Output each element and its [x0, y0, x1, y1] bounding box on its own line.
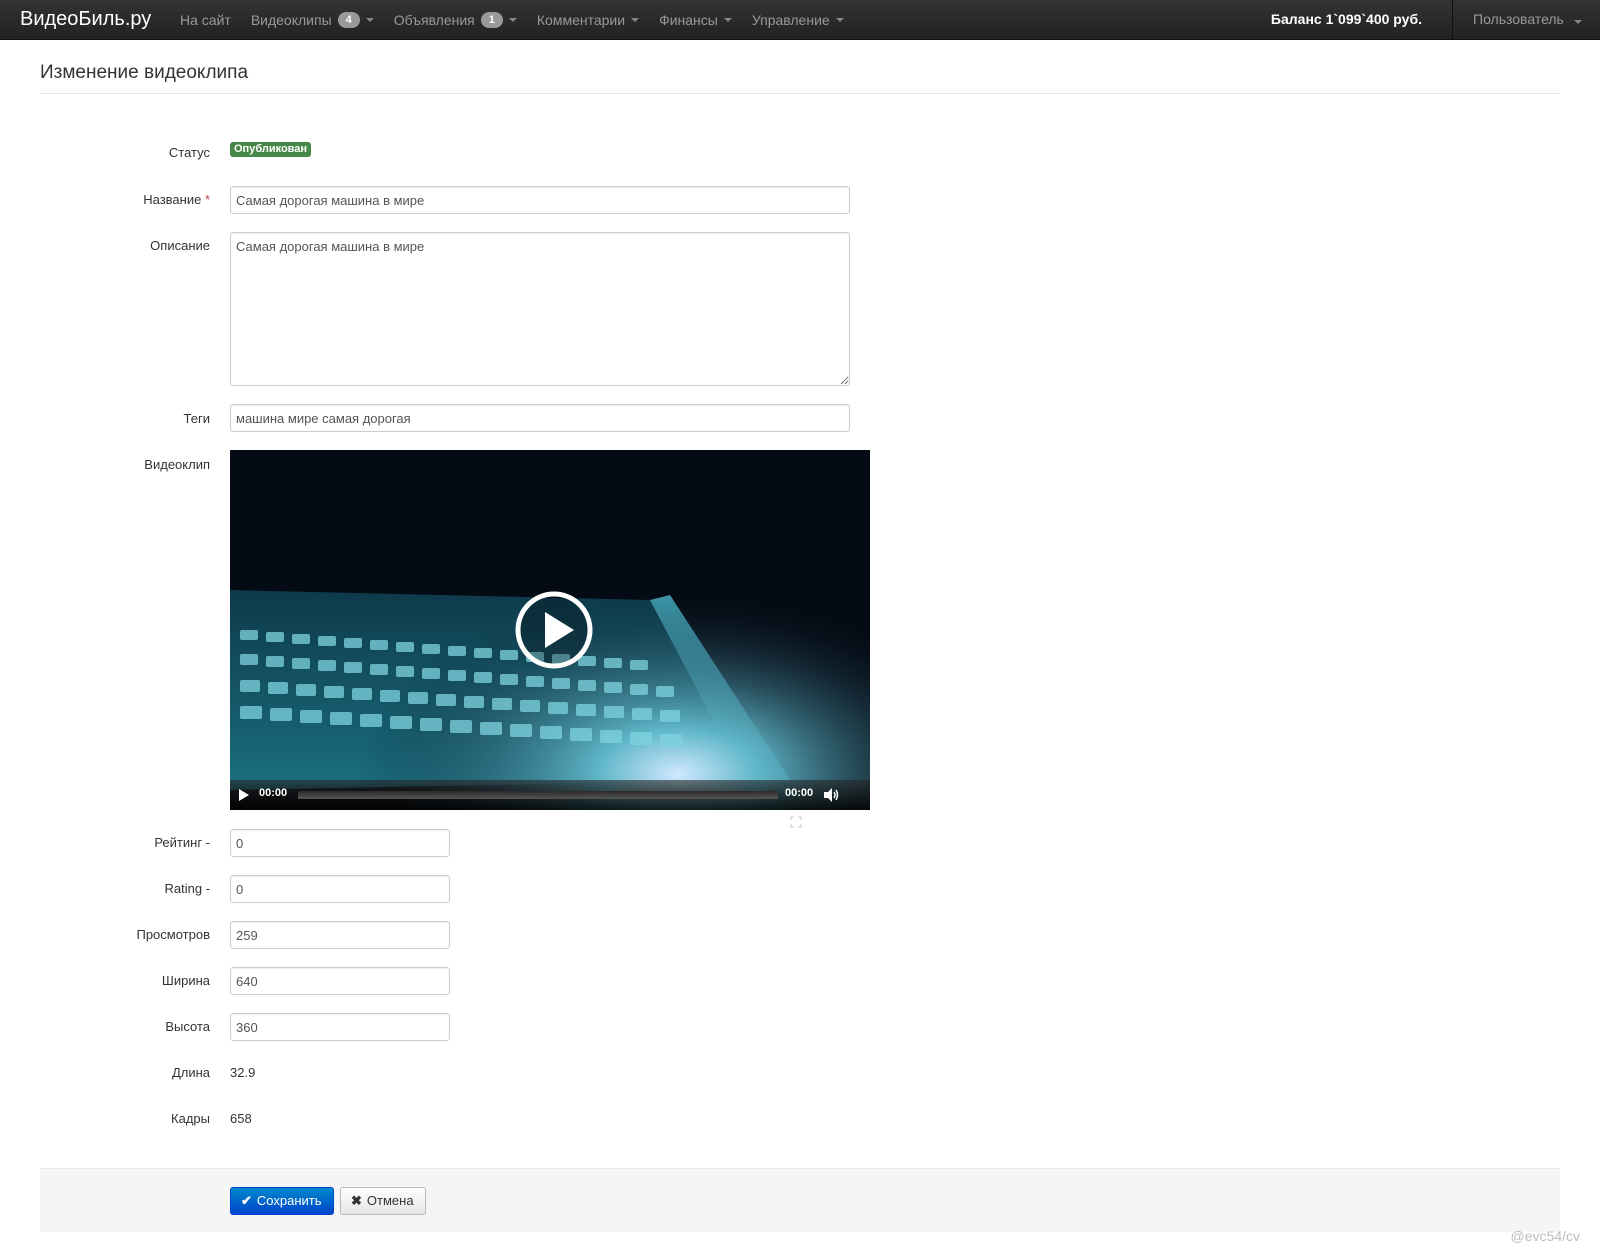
save-button[interactable]: ✔ Сохранить: [230, 1187, 334, 1215]
brand-logo[interactable]: ВидеоБиль.ру: [20, 0, 151, 40]
caret-down-icon: [835, 18, 844, 22]
progress-track[interactable]: [298, 791, 778, 799]
play-icon[interactable]: [238, 788, 250, 802]
duration-time: 00:00: [785, 787, 814, 799]
play-overlay-icon[interactable]: [514, 590, 594, 670]
nav-item-finance[interactable]: Финансы: [649, 0, 742, 40]
user-menu[interactable]: Пользователь: [1452, 0, 1600, 40]
nav-item-videoclips[interactable]: Видеоклипы 4: [241, 0, 384, 40]
main-nav: На сайт Видеоклипы 4 Объявления 1 Коммен…: [170, 0, 854, 40]
count-badge: 4: [337, 12, 360, 28]
video-label: Видеоклип: [144, 457, 210, 472]
height-label: Высота: [165, 1019, 210, 1034]
nav-item-comments[interactable]: Комментарии: [527, 0, 649, 40]
rating-ru-field[interactable]: [230, 829, 450, 857]
caret-down-icon: [1573, 20, 1582, 24]
video-controls: 00:00 00:00: [230, 780, 870, 810]
description-field[interactable]: Самая дорогая машина в мире: [230, 232, 850, 386]
status-badge: Опубликован: [230, 142, 312, 157]
rating-ru-label: Рейтинг -: [154, 835, 210, 850]
fullscreen-icon[interactable]: [790, 816, 802, 828]
height-field[interactable]: [230, 1013, 450, 1041]
check-icon: ✔: [241, 1193, 252, 1208]
top-navbar: ВидеоБиль.ру На сайт Видеоклипы 4 Объявл…: [0, 0, 1600, 40]
current-time: 00:00: [259, 787, 288, 799]
required-mark: *: [204, 192, 210, 207]
nav-item-label: Объявления: [393, 12, 475, 28]
cancel-button[interactable]: ✖ Отмена: [340, 1187, 426, 1215]
caret-down-icon: [723, 18, 732, 22]
volume-icon[interactable]: [823, 787, 839, 803]
name-label-text: Название: [143, 192, 202, 207]
caret-down-icon: [508, 18, 517, 22]
form-actions: ✔ Сохранить ✖ Отмена: [40, 1168, 1560, 1232]
user-menu-label: Пользователь: [1473, 11, 1564, 27]
description-label: Описание: [150, 238, 210, 253]
nav-item-label: На сайт: [180, 12, 231, 28]
length-value: 32.9: [230, 1065, 256, 1080]
title-divider: [40, 93, 1560, 94]
name-label: Название *: [40, 192, 210, 207]
balance-text: Баланс 1`099`400 руб.: [1270, 11, 1422, 27]
nav-item-management[interactable]: Управление: [742, 0, 854, 40]
nav-item-label: Комментарии: [536, 12, 626, 28]
cancel-button-label: Отмена: [366, 1193, 414, 1208]
width-field[interactable]: [230, 967, 450, 995]
frames-label: Кадры: [171, 1111, 210, 1126]
caret-down-icon: [631, 18, 640, 22]
tags-label: Теги: [183, 411, 210, 426]
tags-field[interactable]: [230, 404, 850, 432]
nav-item-label: Видеоклипы: [250, 12, 332, 28]
name-field[interactable]: [230, 186, 850, 214]
page-title: Изменение видеоклипа: [40, 62, 249, 83]
nav-item-label: Управление: [751, 12, 830, 28]
status-label: Статус: [168, 145, 210, 160]
nav-item-ads[interactable]: Объявления 1: [384, 0, 527, 40]
count-badge: 1: [480, 12, 503, 28]
close-icon: ✖: [351, 1193, 362, 1208]
frames-value: 658: [230, 1111, 252, 1126]
save-button-label: Сохранить: [256, 1193, 322, 1208]
views-label: Просмотров: [136, 927, 210, 942]
caret-down-icon: [365, 18, 374, 22]
watermark: @evc54/cv: [1510, 1228, 1580, 1244]
rating-en-field[interactable]: [230, 875, 450, 903]
width-label: Ширина: [161, 973, 210, 988]
rating-en-label: Rating -: [164, 881, 210, 896]
nav-item-site[interactable]: На сайт: [170, 0, 241, 40]
length-label: Длина: [171, 1065, 210, 1080]
views-field[interactable]: [230, 921, 450, 949]
nav-item-label: Финансы: [659, 12, 718, 28]
video-player[interactable]: 00:00 00:00: [230, 450, 870, 810]
